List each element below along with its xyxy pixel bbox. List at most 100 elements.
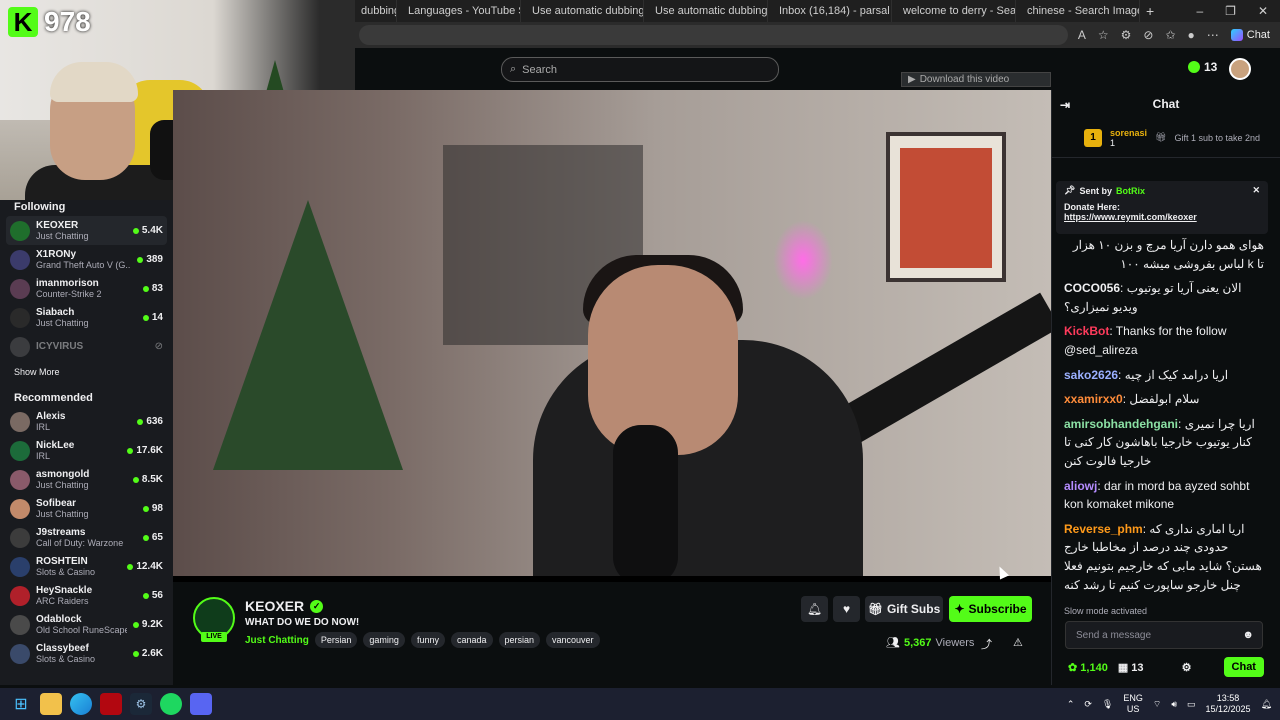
close-window-button[interactable]: ✕ <box>1258 4 1268 18</box>
pinned-donate-text: Donate Here: <box>1064 202 1121 212</box>
pinned-link[interactable]: https://www.reymit.com/keoxer <box>1064 212 1260 222</box>
chat-username[interactable]: xxamirxx0 <box>1064 392 1123 406</box>
windows-icon[interactable]: ⊞ <box>10 693 32 715</box>
wifi-icon[interactable]: ⌔ <box>1153 699 1161 710</box>
sidebar-item-heysnackle[interactable]: HeySnackle ARC Raiders 56 <box>6 581 167 610</box>
share-icon[interactable]: ⤴ <box>981 636 992 652</box>
edge-icon[interactable] <box>70 693 92 715</box>
bell-icon: 🔔︎ <box>806 602 823 616</box>
sidebar-item-j9streams[interactable]: J9streams Call of Duty: Warzone 65 <box>6 523 167 552</box>
sidebar-item-name: J9streams <box>36 527 86 538</box>
browser-tab[interactable]: Languages - YouTube S✕ <box>397 0 521 22</box>
sidebar-item-x1rony[interactable]: X1RONy Grand Theft Auto V (G... 389 <box>6 245 167 274</box>
battery-icon[interactable]: ▭ <box>1187 699 1196 710</box>
subscribe-button[interactable]: ✦ Subscribe <box>949 596 1032 622</box>
kick-points-badge[interactable]: 13 <box>1188 60 1217 74</box>
notification-bell-button[interactable]: 🔔︎ <box>801 596 828 622</box>
chat-username[interactable]: KickBot <box>1064 324 1109 338</box>
extensions-icon[interactable]: ⚙ <box>1121 28 1132 42</box>
gifter-name[interactable]: sorenasi <box>1110 128 1147 138</box>
notification-icon[interactable]: 🔔︎ <box>1261 699 1272 710</box>
sidebar-item-keoxer[interactable]: KEOXER Just Chatting 5.4K <box>6 216 167 245</box>
channel-points[interactable]: ✿ 1,140 <box>1068 661 1108 674</box>
chat-message: COCO056: الان یعنی آریا تو یوتیوب ویدیو … <box>1064 279 1264 316</box>
browser-tab[interactable]: welcome to derry - Sea✕ <box>892 0 1016 22</box>
copilot-button[interactable]: Chat <box>1230 29 1270 41</box>
netflix-icon[interactable] <box>100 693 122 715</box>
download-video-button[interactable]: ▶ Download this video <box>901 72 1051 87</box>
avatar <box>10 585 30 606</box>
chat-input[interactable]: Send a message ☻ <box>1065 621 1263 649</box>
tag[interactable]: persian <box>498 632 541 648</box>
chat-username[interactable]: amirsobhandehgani <box>1064 417 1178 431</box>
browser-tab[interactable]: Use automatic dubbing✕ <box>644 0 768 22</box>
browser-tab[interactable]: Inbox (16,184) - parsal✕ <box>768 0 892 22</box>
send-chat-button[interactable]: Chat <box>1223 657 1264 677</box>
tracking-icon[interactable]: ⊘ <box>1143 28 1153 42</box>
maximize-button[interactable]: ❐ <box>1225 4 1236 18</box>
volume-icon[interactable]: 🔊︎ <box>1171 699 1177 710</box>
tag[interactable]: Persian <box>314 632 358 648</box>
emoji-icon[interactable]: ☻ <box>1242 629 1254 641</box>
profile-icon[interactable]: ● <box>1188 28 1195 42</box>
browser-tab[interactable]: Use automatic dubbing✕ <box>521 0 644 22</box>
microphone-icon[interactable]: 🎙︎ <box>1102 699 1113 710</box>
chat-title: Chat <box>1152 97 1180 111</box>
browser-tab[interactable]: chinese - Search Image✕ <box>1016 0 1140 22</box>
chevron-up-icon[interactable]: ⌃ <box>1067 699 1075 710</box>
tag[interactable]: gaming <box>363 632 405 648</box>
search-input[interactable]: ⌕ Search <box>501 57 779 82</box>
sidebar-item-odablock[interactable]: Odablock Old School RuneScape 9.2K <box>6 610 167 639</box>
collapse-chat-icon[interactable]: ⇥ <box>1060 98 1070 112</box>
sidebar-item-category: Just Chatting <box>36 480 89 490</box>
points-icon: ✿ <box>1068 661 1078 674</box>
user-avatar[interactable] <box>1229 58 1251 80</box>
sidebar-item-classybeef[interactable]: Classybeef Slots & Casino 2.6K <box>6 639 167 668</box>
more-menu-icon[interactable]: ⋯ <box>1207 28 1219 42</box>
sync-icon[interactable]: ⟳ <box>1084 699 1092 710</box>
spotify-icon[interactable] <box>160 693 182 715</box>
sidebar-item-offline[interactable]: ICYVIRUS ⊘ <box>6 332 167 361</box>
chat-message: sako2626: اریا درامد کیک از چیه <box>1064 366 1264 385</box>
chat-settings-icon[interactable]: ⚙ <box>1182 661 1192 674</box>
tag[interactable]: canada <box>450 632 493 648</box>
gifts-count[interactable]: ▦ 13 <box>1118 661 1144 674</box>
sidebar-item-roshtein[interactable]: ROSHTEIN Slots & Casino 12.4K <box>6 552 167 581</box>
clock[interactable]: 13:58 15/12/2025 <box>1206 693 1251 715</box>
show-more-link[interactable]: Show More <box>14 367 167 377</box>
gift-to-rank-text[interactable]: Gift 1 sub to take 2nd <box>1174 133 1260 143</box>
new-tab-button[interactable]: + <box>1140 0 1160 22</box>
tag[interactable]: vancouver <box>546 632 600 648</box>
steam-icon[interactable]: ⚙ <box>130 693 152 715</box>
read-aloud-icon[interactable]: A <box>1078 28 1086 42</box>
video-player[interactable] <box>173 90 1051 582</box>
channel-name[interactable]: KEOXER <box>245 598 304 614</box>
chat-username[interactable]: aliowj <box>1064 479 1097 493</box>
gift-subs-button[interactable]: 🎁︎ Gift Subs <box>865 596 943 622</box>
favorites-icon[interactable]: ✩ <box>1165 28 1175 42</box>
avatar <box>10 249 30 270</box>
tag[interactable]: funny <box>410 632 445 648</box>
sidebar-item-siabach[interactable]: Siabach Just Chatting 14 <box>6 303 167 332</box>
favorite-star-icon[interactable]: ☆ <box>1098 28 1109 42</box>
stream-category[interactable]: Just Chatting <box>245 635 309 646</box>
url-field[interactable] <box>359 25 1068 45</box>
unpin-icon[interactable]: ✕ <box>1252 185 1260 196</box>
language-indicator[interactable]: ENG US <box>1123 693 1143 715</box>
chat-username[interactable]: COCO056 <box>1064 281 1120 295</box>
tab-title: Inbox (16,184) - parsal <box>779 5 890 17</box>
chat-colon: : <box>1097 478 1105 493</box>
file-explorer-icon[interactable] <box>40 693 62 715</box>
follow-heart-button[interactable]: ♥ <box>833 596 860 622</box>
chat-username[interactable]: Reverse_phm <box>1064 522 1143 536</box>
sidebar-item-asmongold[interactable]: asmongold Just Chatting 8.5K <box>6 465 167 494</box>
report-icon[interactable]: ⚠ <box>1013 636 1023 649</box>
browser-tab[interactable]: dubbing✕ <box>355 0 397 22</box>
sidebar-item-sofibear[interactable]: Sofibear Just Chatting 98 <box>6 494 167 523</box>
chat-username[interactable]: sako2626 <box>1064 368 1118 382</box>
discord-icon[interactable] <box>190 693 212 715</box>
sidebar-item-imanmorison[interactable]: imanmorison Counter-Strike 2 83 <box>6 274 167 303</box>
sidebar-item-nicklee[interactable]: NickLee IRL 17.6K <box>6 436 167 465</box>
sidebar-item-alexis[interactable]: Alexis IRL 636 <box>6 407 167 436</box>
minimize-button[interactable]: – <box>1196 4 1203 18</box>
